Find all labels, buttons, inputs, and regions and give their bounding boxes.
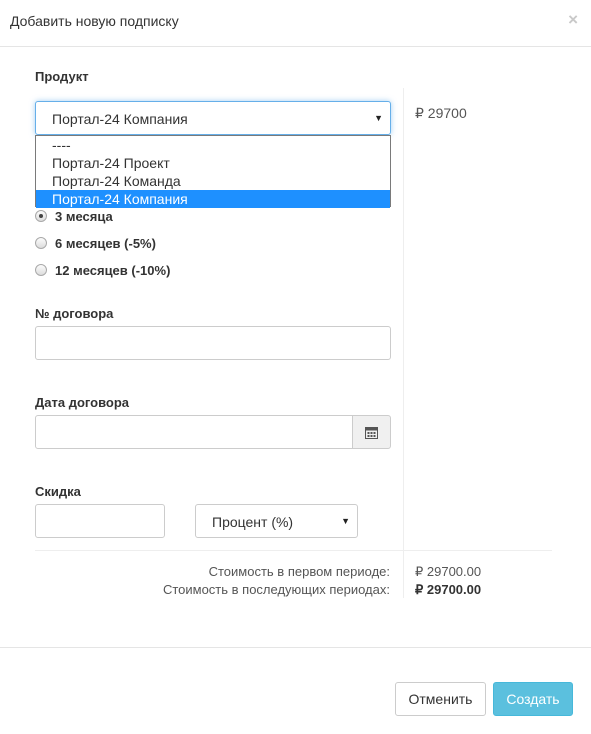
contract-date-label: Дата договора: [35, 395, 130, 410]
calendar-button[interactable]: [352, 415, 391, 449]
product-price: ₽ 29700: [415, 105, 467, 121]
contract-number-label: № договора: [35, 306, 114, 321]
radio-label: 3 месяца: [55, 208, 113, 224]
first-period-cost-label: Стоимость в первом периоде:: [208, 564, 390, 579]
radio-button[interactable]: [35, 210, 47, 222]
dropdown-option[interactable]: Портал-24 Проект: [36, 154, 390, 172]
chevron-down-icon: ▼: [374, 113, 383, 123]
period-option-6[interactable]: 6 месяцев (-5%): [35, 235, 156, 251]
dropdown-option[interactable]: Портал-24 Команда: [36, 172, 390, 190]
product-dropdown-list: ---- Портал-24 Проект Портал-24 Команда …: [35, 135, 391, 208]
first-period-cost-value: ₽ 29700.00: [415, 564, 482, 579]
close-button[interactable]: ×: [568, 11, 578, 28]
cancel-button[interactable]: Отменить: [395, 682, 486, 716]
modal-title: Добавить новую подписку: [10, 13, 179, 29]
chevron-down-icon: ▼: [341, 516, 350, 526]
radio-button[interactable]: [35, 237, 47, 249]
product-label: Продукт: [35, 69, 89, 84]
period-option-3[interactable]: 3 месяца: [35, 208, 113, 224]
discount-type-select[interactable]: Процент (%) ▼: [195, 504, 358, 538]
radio-label: 12 месяцев (-10%): [55, 262, 171, 278]
footer-divider: [0, 647, 591, 648]
vertical-divider: [403, 88, 404, 598]
create-button[interactable]: Создать: [493, 682, 573, 716]
contract-date-input[interactable]: [35, 415, 353, 449]
discount-label: Скидка: [35, 484, 81, 499]
discount-input[interactable]: [35, 504, 165, 538]
next-period-cost-label: Стоимость в последующих периодах:: [162, 582, 390, 597]
product-select[interactable]: Портал-24 Компания ▼: [35, 101, 391, 135]
radio-label: 6 месяцев (-5%): [55, 235, 156, 251]
dropdown-option-selected[interactable]: Портал-24 Компания: [36, 190, 390, 208]
modal-header: Добавить новую подписку ×: [0, 0, 591, 47]
horizontal-divider: [35, 550, 552, 551]
radio-button[interactable]: [35, 264, 47, 276]
period-option-12[interactable]: 12 месяцев (-10%): [35, 262, 170, 278]
contract-number-input[interactable]: [35, 326, 391, 360]
product-select-value: Портал-24 Компания: [52, 111, 188, 127]
dropdown-option[interactable]: ----: [36, 136, 390, 154]
next-period-cost-value: ₽ 29700.00: [415, 582, 482, 597]
calendar-icon: [365, 426, 378, 439]
discount-type-value: Процент (%): [212, 514, 294, 530]
